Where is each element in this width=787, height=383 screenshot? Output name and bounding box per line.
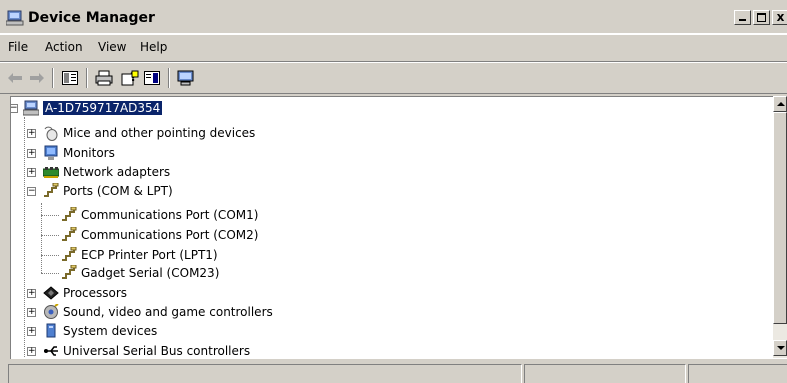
minimize-button[interactable]	[734, 10, 751, 25]
port-icon	[62, 227, 77, 241]
expand-toggle-sound[interactable]: +	[27, 308, 36, 317]
tree-item-gadget-serial[interactable]: Gadget Serial (COM23)	[61, 263, 219, 283]
tree-item-label: Processors	[63, 286, 128, 300]
monitor-icon	[44, 145, 58, 160]
vertical-scrollbar[interactable]	[773, 96, 787, 358]
show-hide-tree-button[interactable]	[60, 69, 80, 87]
computer-icon	[6, 10, 24, 26]
close-button[interactable]: x	[772, 10, 787, 25]
tree-item-system-devices[interactable]: System devices	[43, 321, 157, 341]
tree-item-com1[interactable]: Communications Port (COM1)	[61, 205, 258, 225]
tree-item-label: Network adapters	[63, 165, 171, 179]
maximize-button[interactable]	[753, 10, 770, 25]
tree-item-label: Mice and other pointing devices	[63, 126, 256, 140]
tree-item-sound[interactable]: Sound, video and game controllers	[43, 302, 273, 322]
expand-toggle-usb[interactable]: +	[27, 347, 36, 356]
tree-item-com2[interactable]: Communications Port (COM2)	[61, 225, 258, 245]
properties-icon	[144, 71, 160, 85]
scroll-up-button[interactable]	[773, 96, 787, 112]
scan-hardware-button[interactable]	[176, 69, 196, 87]
toolbar-separator	[86, 68, 88, 88]
tree-item-label: Sound, video and game controllers	[63, 305, 273, 319]
processor-icon	[43, 286, 59, 300]
device-manager-window: Device Manager x File Action View Help −…	[0, 0, 787, 383]
scroll-down-button[interactable]	[773, 340, 787, 356]
tree-item-lpt1[interactable]: ECP Printer Port (LPT1)	[61, 245, 218, 265]
menu-action[interactable]: Action	[45, 40, 83, 54]
back-button[interactable]	[5, 69, 25, 87]
tree-item-ports[interactable]: Ports (COM & LPT)	[43, 181, 173, 201]
tree-item-processors[interactable]: Processors	[43, 283, 127, 303]
tree-line	[24, 117, 25, 357]
tree-line	[41, 235, 59, 236]
tree-root[interactable]: A-1D759717AD354	[23, 98, 163, 118]
tree-item-label: Gadget Serial (COM23)	[81, 266, 220, 280]
port-icon	[62, 247, 77, 261]
status-cell-main	[8, 364, 522, 383]
status-cell-2	[524, 364, 686, 383]
toolbar-separator	[52, 68, 54, 88]
menu-bar: File Action View Help	[0, 34, 787, 62]
usb-icon	[44, 346, 58, 356]
toolbar: ?	[0, 62, 787, 94]
port-icon	[62, 207, 77, 221]
toolbar-separator	[168, 68, 170, 88]
help-icon: ?	[121, 70, 139, 86]
tree-item-label: Universal Serial Bus controllers	[63, 344, 251, 358]
menu-file[interactable]: File	[8, 40, 28, 54]
status-bar	[0, 362, 787, 383]
tree-line	[41, 203, 42, 273]
network-adapter-icon	[43, 167, 59, 178]
expand-toggle-system[interactable]: +	[27, 327, 36, 336]
expand-toggle-processors[interactable]: +	[27, 289, 36, 298]
tree-item-label: Monitors	[63, 146, 115, 160]
mouse-icon	[44, 126, 58, 141]
back-arrow-icon	[8, 73, 22, 83]
tree-item-label: Communications Port (COM1)	[81, 208, 259, 222]
forward-button[interactable]	[27, 69, 47, 87]
tree-item-label: Ports (COM & LPT)	[63, 184, 173, 198]
port-icon	[62, 265, 77, 279]
title-bar[interactable]: Device Manager x	[0, 2, 787, 34]
collapse-toggle-ports[interactable]: −	[27, 187, 36, 196]
scan-hardware-icon	[177, 70, 194, 86]
tree-line	[41, 215, 59, 216]
port-icon	[44, 183, 59, 197]
tree-item-label: Communications Port (COM2)	[81, 228, 259, 242]
computer-icon	[23, 100, 39, 116]
forward-arrow-icon	[30, 73, 44, 83]
device-tree[interactable]: − A-1D759717AD354 + Mice and other point…	[10, 96, 787, 359]
tree-item-label: ECP Printer Port (LPT1)	[81, 248, 218, 262]
system-devices-icon	[46, 323, 56, 338]
sound-icon	[44, 304, 59, 319]
menu-view[interactable]: View	[98, 40, 126, 54]
tree-item-monitors[interactable]: Monitors	[43, 143, 115, 163]
window-title: Device Manager	[28, 10, 155, 26]
tree-item-network-adapters[interactable]: Network adapters	[43, 162, 170, 182]
expand-toggle-mice[interactable]: +	[27, 129, 36, 138]
menu-help[interactable]: Help	[140, 40, 167, 54]
tree-line	[41, 255, 59, 256]
help-button[interactable]: ?	[120, 69, 140, 87]
root-collapse-toggle[interactable]: −	[11, 104, 18, 113]
print-button[interactable]	[94, 69, 114, 87]
tree-item-mice[interactable]: Mice and other pointing devices	[43, 123, 255, 143]
expand-toggle-network[interactable]: +	[27, 168, 36, 177]
tree-root-label: A-1D759717AD354	[43, 101, 163, 115]
tree-line	[41, 273, 59, 274]
status-cell-3	[688, 364, 787, 383]
tree-item-label: System devices	[63, 324, 158, 338]
tree-item-usb[interactable]: Universal Serial Bus controllers	[43, 341, 250, 359]
scroll-thumb[interactable]	[773, 112, 787, 324]
show-hide-console-tree-icon	[62, 71, 78, 85]
properties-button[interactable]	[142, 69, 162, 87]
print-icon	[95, 70, 113, 86]
expand-toggle-monitors[interactable]: +	[27, 149, 36, 158]
